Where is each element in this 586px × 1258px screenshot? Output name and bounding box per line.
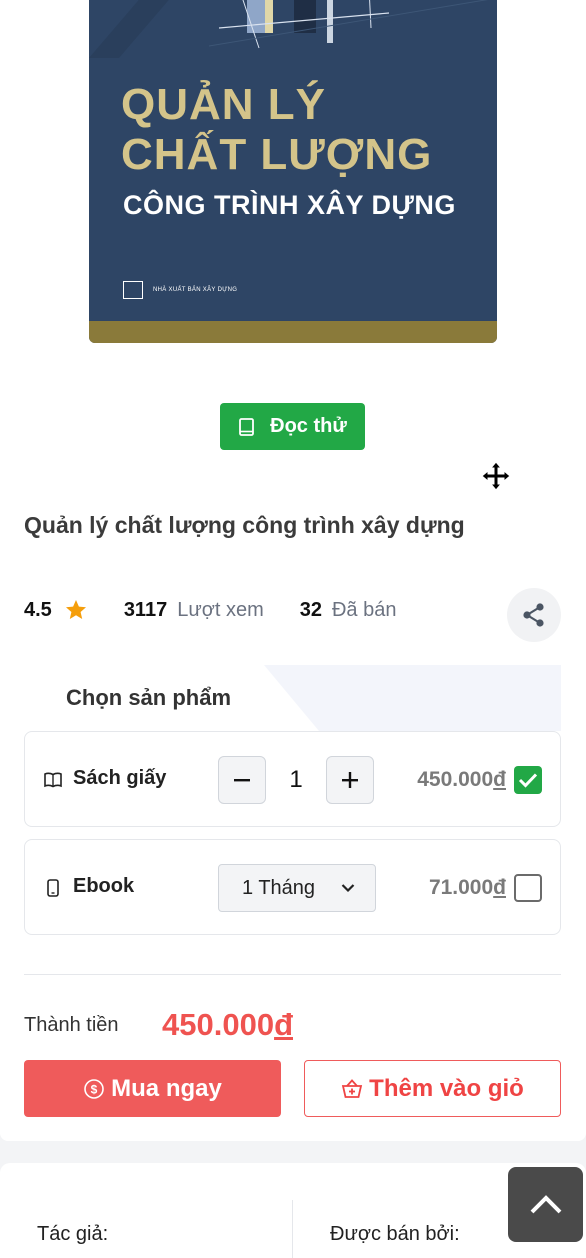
quantity-decrease-button[interactable]	[218, 756, 266, 804]
star-icon	[65, 600, 86, 619]
choose-product-heading: Chọn sản phẩm	[66, 685, 232, 710]
info-divider	[292, 1200, 293, 1258]
chevron-down-icon	[341, 884, 355, 893]
basket-icon	[342, 1078, 363, 1098]
quantity-increase-button[interactable]	[326, 756, 374, 804]
total-label: Thành tiền	[24, 1014, 119, 1036]
views-stat: 3117 Lượt xem	[124, 599, 264, 622]
phone-icon	[47, 879, 59, 897]
seller-label: Được bán bởi:	[330, 1223, 460, 1245]
cover-title-line2: CHẤT LƯỢNG	[121, 130, 433, 179]
ebook-duration-select[interactable]: 1 Tháng	[218, 864, 376, 912]
ebook-duration-value: 1 Tháng	[242, 876, 316, 899]
quantity-value[interactable]: 1	[266, 766, 326, 794]
option-ebook: Ebook 1 Tháng 71.000đ	[24, 839, 561, 935]
checkmark-icon	[518, 773, 538, 788]
price-paper-value: 450.000	[417, 768, 494, 791]
price-ebook-value: 71.000	[428, 876, 494, 899]
option-name-paper: Sách giấy	[73, 767, 167, 789]
cover-bottom-strip	[89, 321, 497, 343]
book-icon	[239, 417, 255, 436]
views-count: 3117	[123, 598, 168, 621]
total-price-currency: đ	[274, 1007, 293, 1042]
section-divider	[24, 974, 561, 975]
total-price-value: 450.000	[162, 1007, 275, 1042]
select-paper-checkbox[interactable]	[514, 766, 542, 794]
publisher-logo	[123, 281, 143, 299]
cover-title-line1: QUẢN LÝ	[121, 80, 326, 129]
views-label: Lượt xem	[177, 598, 264, 621]
cover-subtitle: CÔNG TRÌNH XÂY DỰNG	[123, 190, 456, 220]
price-paper: 450.000đ	[417, 768, 506, 792]
price-paper-currency: đ	[493, 768, 506, 791]
share-button[interactable]	[507, 588, 561, 642]
add-to-cart-button[interactable]: Thêm vào giỏ	[304, 1060, 561, 1117]
read-sample-button[interactable]: Đọc thử	[220, 403, 365, 450]
sold-label: Đã bán	[331, 598, 397, 621]
minus-icon	[234, 779, 250, 782]
rating-value: 4.5	[24, 598, 52, 621]
product-card: QUẢN LÝ CHẤT LƯỢNG CÔNG TRÌNH XÂY DỰNG N…	[0, 0, 586, 1141]
sold-count: 32	[299, 598, 322, 621]
price-ebook-currency: đ	[493, 876, 506, 899]
price-ebook: 71.000đ	[429, 876, 506, 900]
product-stats: 4.5 3117 Lượt xem 32 Đã bán	[24, 598, 396, 622]
book-cover-image: QUẢN LÝ CHẤT LƯỢNG CÔNG TRÌNH XÂY DỰNG N…	[89, 0, 497, 343]
move-cursor-icon	[481, 461, 511, 491]
total-price: 450.000đ	[162, 1007, 293, 1043]
add-to-cart-label: Thêm vào giỏ	[369, 1074, 524, 1102]
option-paper-book: Sách giấy 1 450.000đ	[24, 731, 561, 827]
chevron-up-icon	[530, 1194, 561, 1213]
cover-publisher: NHÀ XUẤT BẢN XÂY DỰNG	[153, 287, 238, 293]
dollar-coin-icon: $	[84, 1078, 104, 1099]
plus-icon	[342, 772, 358, 788]
author-label: Tác giả:	[37, 1223, 109, 1245]
read-sample-label: Đọc thử	[270, 415, 347, 437]
product-title: Quản lý chất lượng công trình xây dựng	[24, 512, 465, 538]
cover-artwork	[89, 0, 497, 58]
scroll-to-top-button[interactable]	[508, 1167, 583, 1242]
option-name-ebook: Ebook	[73, 875, 135, 897]
buy-now-button[interactable]: $ Mua ngay	[24, 1060, 281, 1117]
open-book-icon	[44, 772, 62, 788]
share-icon	[523, 603, 544, 627]
sold-stat: 32 Đã bán	[300, 599, 397, 622]
buy-now-label: Mua ngay	[111, 1074, 222, 1102]
choose-product-header: Chọn sản phẩm	[24, 665, 561, 731]
svg-text:$: $	[91, 1082, 98, 1096]
select-ebook-checkbox[interactable]	[514, 874, 542, 902]
